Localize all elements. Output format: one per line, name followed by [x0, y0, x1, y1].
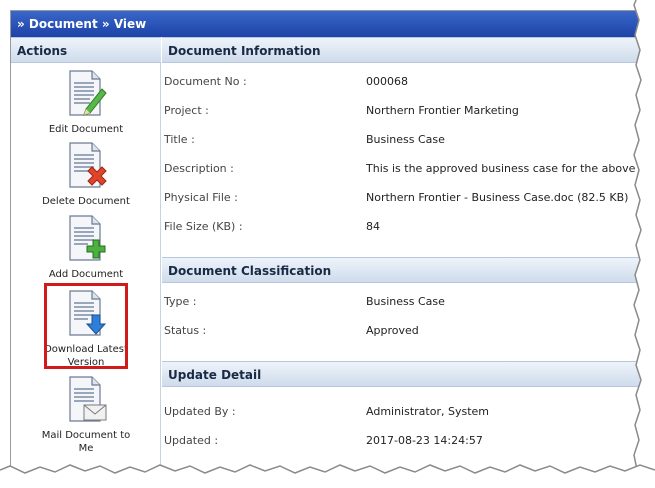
description-value: This is the approved business case for t…	[366, 162, 646, 175]
title-label: Title :	[164, 133, 195, 146]
project-value: Northern Frontier Marketing	[366, 104, 519, 117]
updated-by-value: Administrator, System	[366, 405, 489, 418]
mail-document-action[interactable]: Mail Document to Me	[11, 375, 161, 455]
edit-document-icon	[69, 70, 107, 116]
update-detail-header: Update Detail	[162, 361, 646, 387]
physical-file-label: Physical File :	[164, 191, 238, 204]
document-no-row: Document No : 000068	[162, 72, 646, 92]
add-document-icon	[69, 215, 106, 261]
mail-document-icon	[69, 376, 107, 422]
project-label: Project :	[164, 104, 209, 117]
file-size-label: File Size (KB) :	[164, 220, 243, 233]
delete-document-icon	[69, 142, 107, 188]
updated-value: 2017-08-23 14:24:57	[366, 434, 483, 447]
file-size-value: 84	[366, 220, 380, 233]
status-value: Approved	[366, 324, 419, 337]
actions-sidebar: Actions Edit Document Delete Document Ad…	[11, 37, 161, 480]
title-row: Title : Business Case	[162, 130, 646, 150]
breadcrumb-title-bar: » Document » View	[11, 11, 646, 37]
status-label: Status :	[164, 324, 207, 337]
document-information-header: Document Information	[162, 37, 646, 63]
status-row: Status : Approved	[162, 321, 646, 341]
edit-document-action[interactable]: Edit Document	[11, 69, 161, 136]
torn-edge-bottom	[0, 464, 655, 488]
document-details-panel: Document Information Document No : 00006…	[162, 37, 646, 480]
document-view-window: » Document » View Actions Edit Document	[10, 10, 646, 480]
delete-document-action[interactable]: Delete Document	[11, 141, 161, 208]
description-label: Description :	[164, 162, 234, 175]
document-no-value: 000068	[366, 75, 408, 88]
add-document-action[interactable]: Add Document	[11, 214, 161, 281]
type-label: Type :	[164, 295, 197, 308]
document-no-label: Document No :	[164, 75, 247, 88]
actions-header: Actions	[11, 37, 161, 63]
type-row: Type : Business Case	[162, 292, 646, 312]
updated-row: Updated : 2017-08-23 14:24:57	[162, 431, 646, 451]
physical-file-row: Physical File : Northern Frontier - Busi…	[162, 188, 646, 208]
updated-by-label: Updated By :	[164, 405, 236, 418]
updated-by-row: Updated By : Administrator, System	[162, 402, 646, 422]
torn-edge-right	[633, 0, 655, 488]
title-value: Business Case	[366, 133, 445, 146]
description-row: Description : This is the approved busin…	[162, 159, 646, 179]
type-value: Business Case	[366, 295, 445, 308]
project-row: Project : Northern Frontier Marketing	[162, 101, 646, 121]
highlight-box	[44, 283, 128, 369]
file-size-row: File Size (KB) : 84	[162, 217, 646, 237]
updated-label: Updated :	[164, 434, 219, 447]
physical-file-link[interactable]: Northern Frontier - Business Case.doc (8…	[366, 188, 628, 208]
document-classification-header: Document Classification	[162, 257, 646, 283]
